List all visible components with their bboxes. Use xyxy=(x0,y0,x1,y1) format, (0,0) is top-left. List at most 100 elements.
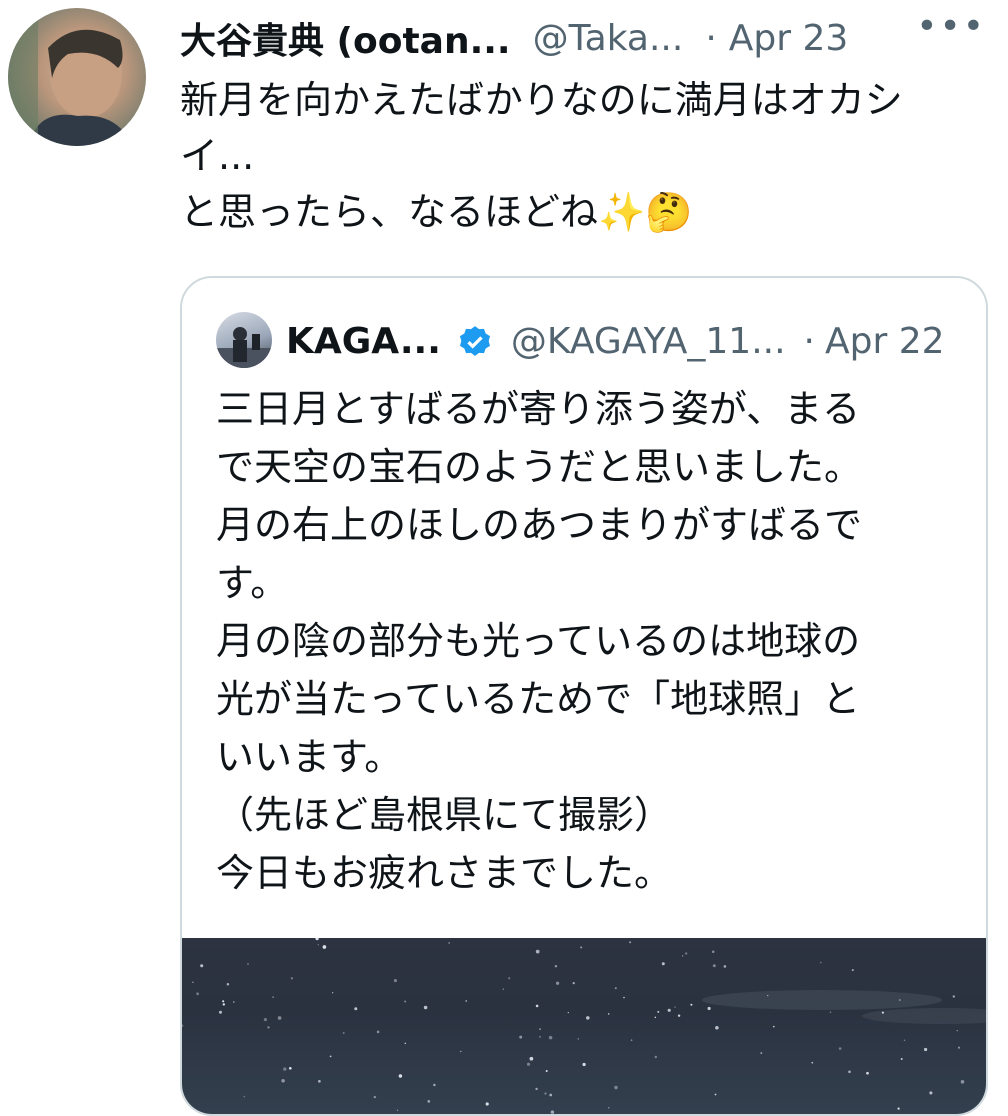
star-dot xyxy=(674,1006,676,1008)
star-dot xyxy=(772,1025,775,1028)
star-dot xyxy=(423,1005,428,1010)
star-dot xyxy=(427,1100,431,1103)
star-dot xyxy=(580,946,583,949)
star-dot xyxy=(283,1067,287,1071)
star-dot xyxy=(900,1057,903,1061)
star-dot xyxy=(898,999,901,1001)
star-dot xyxy=(354,1007,358,1011)
star-dot xyxy=(539,1036,541,1038)
star-dot xyxy=(952,995,955,998)
tweet-header: 大谷貴典 (ootan... @Taka... · Apr 23 xyxy=(180,10,1000,66)
tweet-text-line: と思ったら、なるほどね✨🤔 xyxy=(180,190,693,234)
star-dot xyxy=(460,1050,462,1053)
star-dot xyxy=(267,1026,270,1029)
star-dot xyxy=(318,1079,321,1083)
tweet-text: 新月を向かえたばかりなのに満月はオカシ イ... と思ったら、なるほどね✨🤔 xyxy=(180,72,980,240)
star-dot xyxy=(677,1014,681,1017)
star-dot xyxy=(485,1102,489,1106)
star-dot xyxy=(819,961,822,964)
star-dot xyxy=(508,977,511,980)
star-dot xyxy=(767,994,769,997)
star-dot xyxy=(226,982,230,986)
star-dot xyxy=(957,1046,961,1049)
star-dot xyxy=(222,1003,226,1006)
star-dot xyxy=(393,979,397,983)
star-dot xyxy=(681,955,684,957)
star-dot xyxy=(277,1016,282,1020)
star-dot xyxy=(549,1093,553,1097)
star-dot xyxy=(582,1062,586,1067)
star-dot xyxy=(404,1000,407,1003)
quoted-tweet-date: Apr 22 xyxy=(825,320,945,362)
star-dot xyxy=(723,965,727,968)
star-dot xyxy=(623,996,625,999)
star-dot xyxy=(630,1039,633,1041)
star-dot xyxy=(539,1028,541,1030)
star-dot xyxy=(956,1029,958,1032)
star-dot xyxy=(281,1079,285,1083)
star-dot xyxy=(629,941,632,944)
star-dot xyxy=(707,1006,711,1011)
star-dot xyxy=(881,1011,885,1014)
star-dot xyxy=(690,1003,693,1006)
star-dot xyxy=(829,1011,832,1013)
quoted-text-line: いいます。 xyxy=(216,735,403,779)
star-dot xyxy=(811,1061,814,1064)
star-dot xyxy=(661,962,665,966)
more-horizontal-icon[interactable]: ••• xyxy=(916,6,986,47)
star-dot xyxy=(929,1091,933,1095)
star-dot xyxy=(923,1047,928,1052)
star-dot xyxy=(711,950,715,954)
star-dot xyxy=(290,977,294,980)
author-avatar[interactable] xyxy=(8,8,146,146)
star-dot xyxy=(960,1079,965,1084)
author-handle[interactable]: @Taka... xyxy=(533,18,684,59)
star-dot xyxy=(544,1092,547,1095)
star-dot xyxy=(550,1110,555,1114)
star-dot xyxy=(851,969,854,972)
quoted-text-line: で天空の宝石のようだと思いました。 xyxy=(216,445,863,489)
star-dot xyxy=(519,1035,523,1039)
star-dot xyxy=(192,981,194,983)
quoted-author-handle: @KAGAYA_11... xyxy=(510,320,786,362)
star-dot xyxy=(545,1069,548,1073)
star-dot xyxy=(897,1107,900,1110)
star-dot xyxy=(247,963,249,965)
star-dot xyxy=(263,1018,267,1022)
star-dot xyxy=(535,1087,538,1091)
quoted-author-name: KAGA... xyxy=(286,320,441,362)
quoted-tweet-header: KAGA... @KAGAYA_11... · Apr 22 xyxy=(286,310,945,372)
star-dot xyxy=(376,1030,380,1034)
quoted-text-line: 光が当たっているためで「地球照」と xyxy=(216,677,861,721)
quoted-tweet-card[interactable]: KAGA... @KAGAYA_11... · Apr 22 三日月とすばるが寄… xyxy=(180,276,988,1116)
star-dot xyxy=(607,1107,610,1109)
night-sky-photo[interactable] xyxy=(182,938,986,1114)
star-dot xyxy=(554,964,558,968)
star-dot xyxy=(614,987,617,990)
star-dot xyxy=(342,1031,345,1035)
star-dot xyxy=(329,1055,332,1058)
star-dot xyxy=(222,1000,225,1003)
quoted-text-line: 三日月とすばるが寄り添う姿が、まる xyxy=(216,387,861,431)
star-dot xyxy=(654,1016,657,1019)
star-dot xyxy=(760,1052,763,1055)
star-dot xyxy=(586,1016,590,1020)
star-dot xyxy=(373,1095,377,1099)
star-dot xyxy=(182,1024,184,1027)
star-dot xyxy=(288,1066,292,1070)
star-dot xyxy=(196,992,199,996)
star-dot xyxy=(272,996,274,998)
quoted-author-avatar xyxy=(216,312,272,368)
star-dot xyxy=(243,1095,246,1098)
tweet-date[interactable]: Apr 23 xyxy=(729,18,849,59)
star-dot xyxy=(607,1013,610,1015)
verified-badge-icon xyxy=(455,321,495,361)
star-dot xyxy=(535,1004,539,1008)
author-name[interactable]: 大谷貴典 (ootan... xyxy=(180,12,511,64)
star-dot xyxy=(548,1035,553,1040)
star-dot xyxy=(714,1093,717,1096)
star-dot xyxy=(322,945,327,949)
star-dot xyxy=(526,1062,531,1066)
tweet-text-line: イ... xyxy=(180,134,255,178)
star-dot xyxy=(219,1010,222,1014)
